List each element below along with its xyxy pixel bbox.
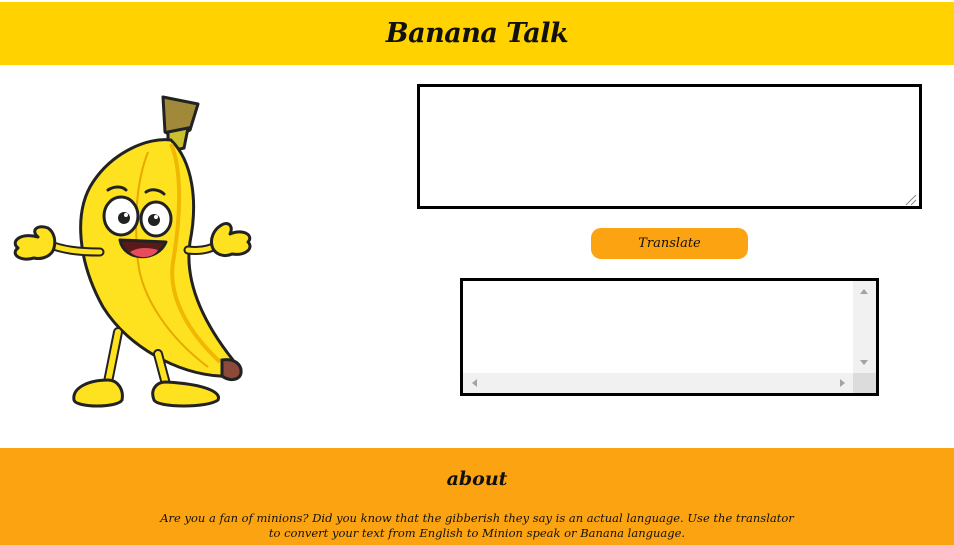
horizontal-scrollbar[interactable] [463,373,853,393]
translation-output [460,278,879,396]
translation-input[interactable] [417,84,922,209]
scroll-down-icon[interactable] [860,360,868,365]
scroll-up-icon[interactable] [860,289,868,294]
app-header: Banana Talk [0,0,954,65]
about-text: Are you a fan of minions? Did you know t… [160,511,794,540]
banana-character-image [8,92,256,414]
about-section: about Are you a fan of minions? Did you … [0,448,954,545]
scroll-right-icon[interactable] [840,379,845,387]
app-title: Banana Talk [385,18,569,49]
banana-character-icon [13,95,252,408]
scroll-left-icon[interactable] [472,379,477,387]
scrollbar-corner [853,373,876,393]
resize-grip-icon[interactable] [903,191,917,206]
about-heading: about [446,468,508,490]
vertical-scrollbar[interactable] [853,281,876,373]
output-text [467,285,853,373]
translate-button[interactable]: Translate [591,228,748,259]
